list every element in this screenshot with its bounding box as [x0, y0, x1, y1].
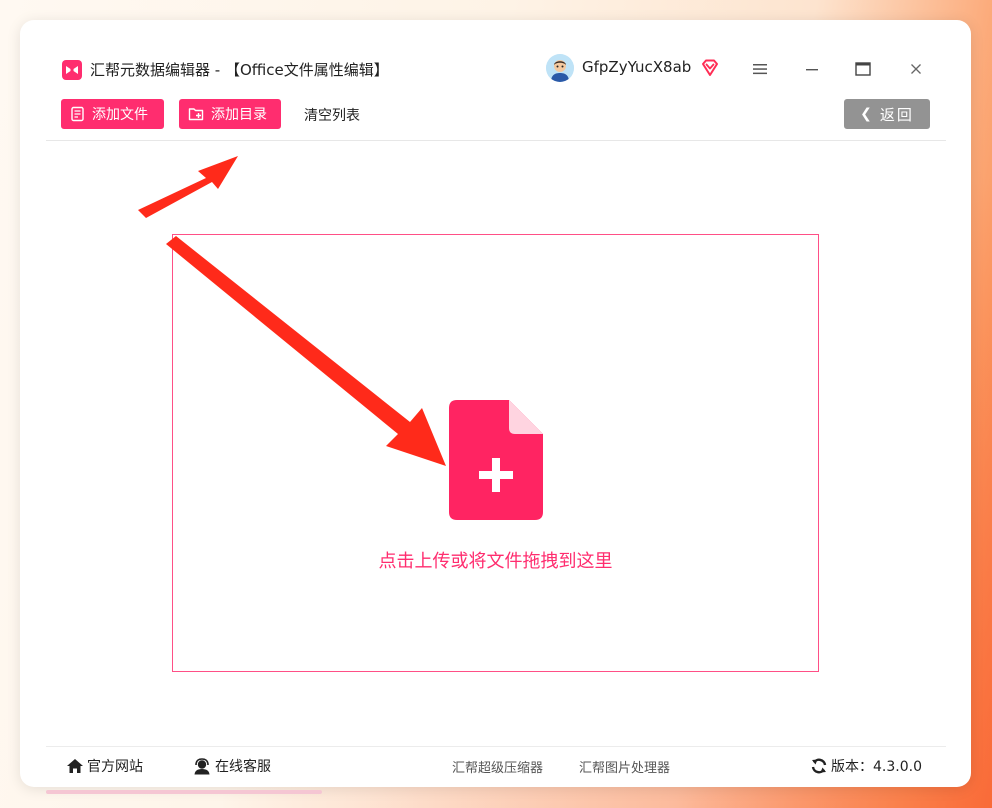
online-support-link[interactable]: 在线客服	[192, 756, 271, 776]
toolbar: 添加文件 添加目录 清空列表 ❮ 返回	[46, 92, 946, 141]
hamburger-icon	[753, 64, 767, 75]
folder-add-icon	[188, 108, 204, 121]
close-icon	[911, 64, 921, 74]
maximize-button[interactable]	[849, 56, 877, 82]
dropzone-hint: 点击上传或将文件拖拽到这里	[378, 551, 613, 572]
add-folder-label: 添加目录	[211, 107, 267, 123]
vip-diamond-icon[interactable]	[700, 58, 720, 82]
app-logo-icon	[62, 60, 82, 80]
clear-list-button[interactable]: 清空列表	[304, 105, 360, 125]
menu-button[interactable]	[746, 56, 774, 82]
refresh-icon	[811, 758, 827, 774]
version-info[interactable]: 版本：4.3.0.0	[810, 756, 922, 776]
footer-bar: 官方网站 在线客服 汇帮超级压缩器 汇帮图片处理器 版本：4.3.0.0	[46, 746, 946, 785]
official-website-link[interactable]: 官方网站	[66, 756, 143, 776]
app-content: 汇帮元数据编辑器 - 【Office文件属性编辑】 GfpZyYucX8ab 添…	[46, 48, 946, 776]
document-icon	[71, 106, 84, 122]
image-processor-link[interactable]: 汇帮图片处理器	[579, 757, 670, 776]
headset-icon	[194, 757, 210, 774]
username[interactable]: GfpZyYucX8ab	[582, 58, 691, 76]
minimize-icon	[806, 69, 818, 71]
horizontal-scrollbar[interactable]	[46, 790, 322, 794]
app-window: 汇帮元数据编辑器 - 【Office文件属性编辑】 GfpZyYucX8ab 添…	[20, 20, 971, 787]
back-label: 返回	[879, 105, 914, 124]
online-support-label: 在线客服	[215, 759, 271, 775]
arrow-to-add-folder	[138, 156, 238, 218]
upload-dropzone[interactable]: 点击上传或将文件拖拽到这里	[172, 234, 819, 672]
chevron-left-icon: ❮	[860, 106, 874, 122]
version-label: 版本：4.3.0.0	[831, 759, 922, 775]
window-title: 汇帮元数据编辑器 - 【Office文件属性编辑】	[90, 61, 389, 79]
add-file-button[interactable]: 添加文件	[61, 99, 164, 129]
user-avatar[interactable]	[546, 54, 574, 82]
close-button[interactable]	[902, 56, 930, 82]
maximize-icon	[855, 62, 871, 76]
home-icon	[67, 759, 83, 773]
add-folder-button[interactable]: 添加目录	[179, 99, 281, 129]
compressor-link[interactable]: 汇帮超级压缩器	[452, 757, 543, 776]
back-button[interactable]: ❮ 返回	[844, 99, 930, 129]
official-website-label: 官方网站	[87, 759, 143, 775]
title-bar: 汇帮元数据编辑器 - 【Office文件属性编辑】 GfpZyYucX8ab	[46, 48, 946, 90]
minimize-button[interactable]	[798, 56, 826, 82]
file-plus-icon	[449, 400, 543, 524]
add-file-label: 添加文件	[92, 107, 148, 123]
